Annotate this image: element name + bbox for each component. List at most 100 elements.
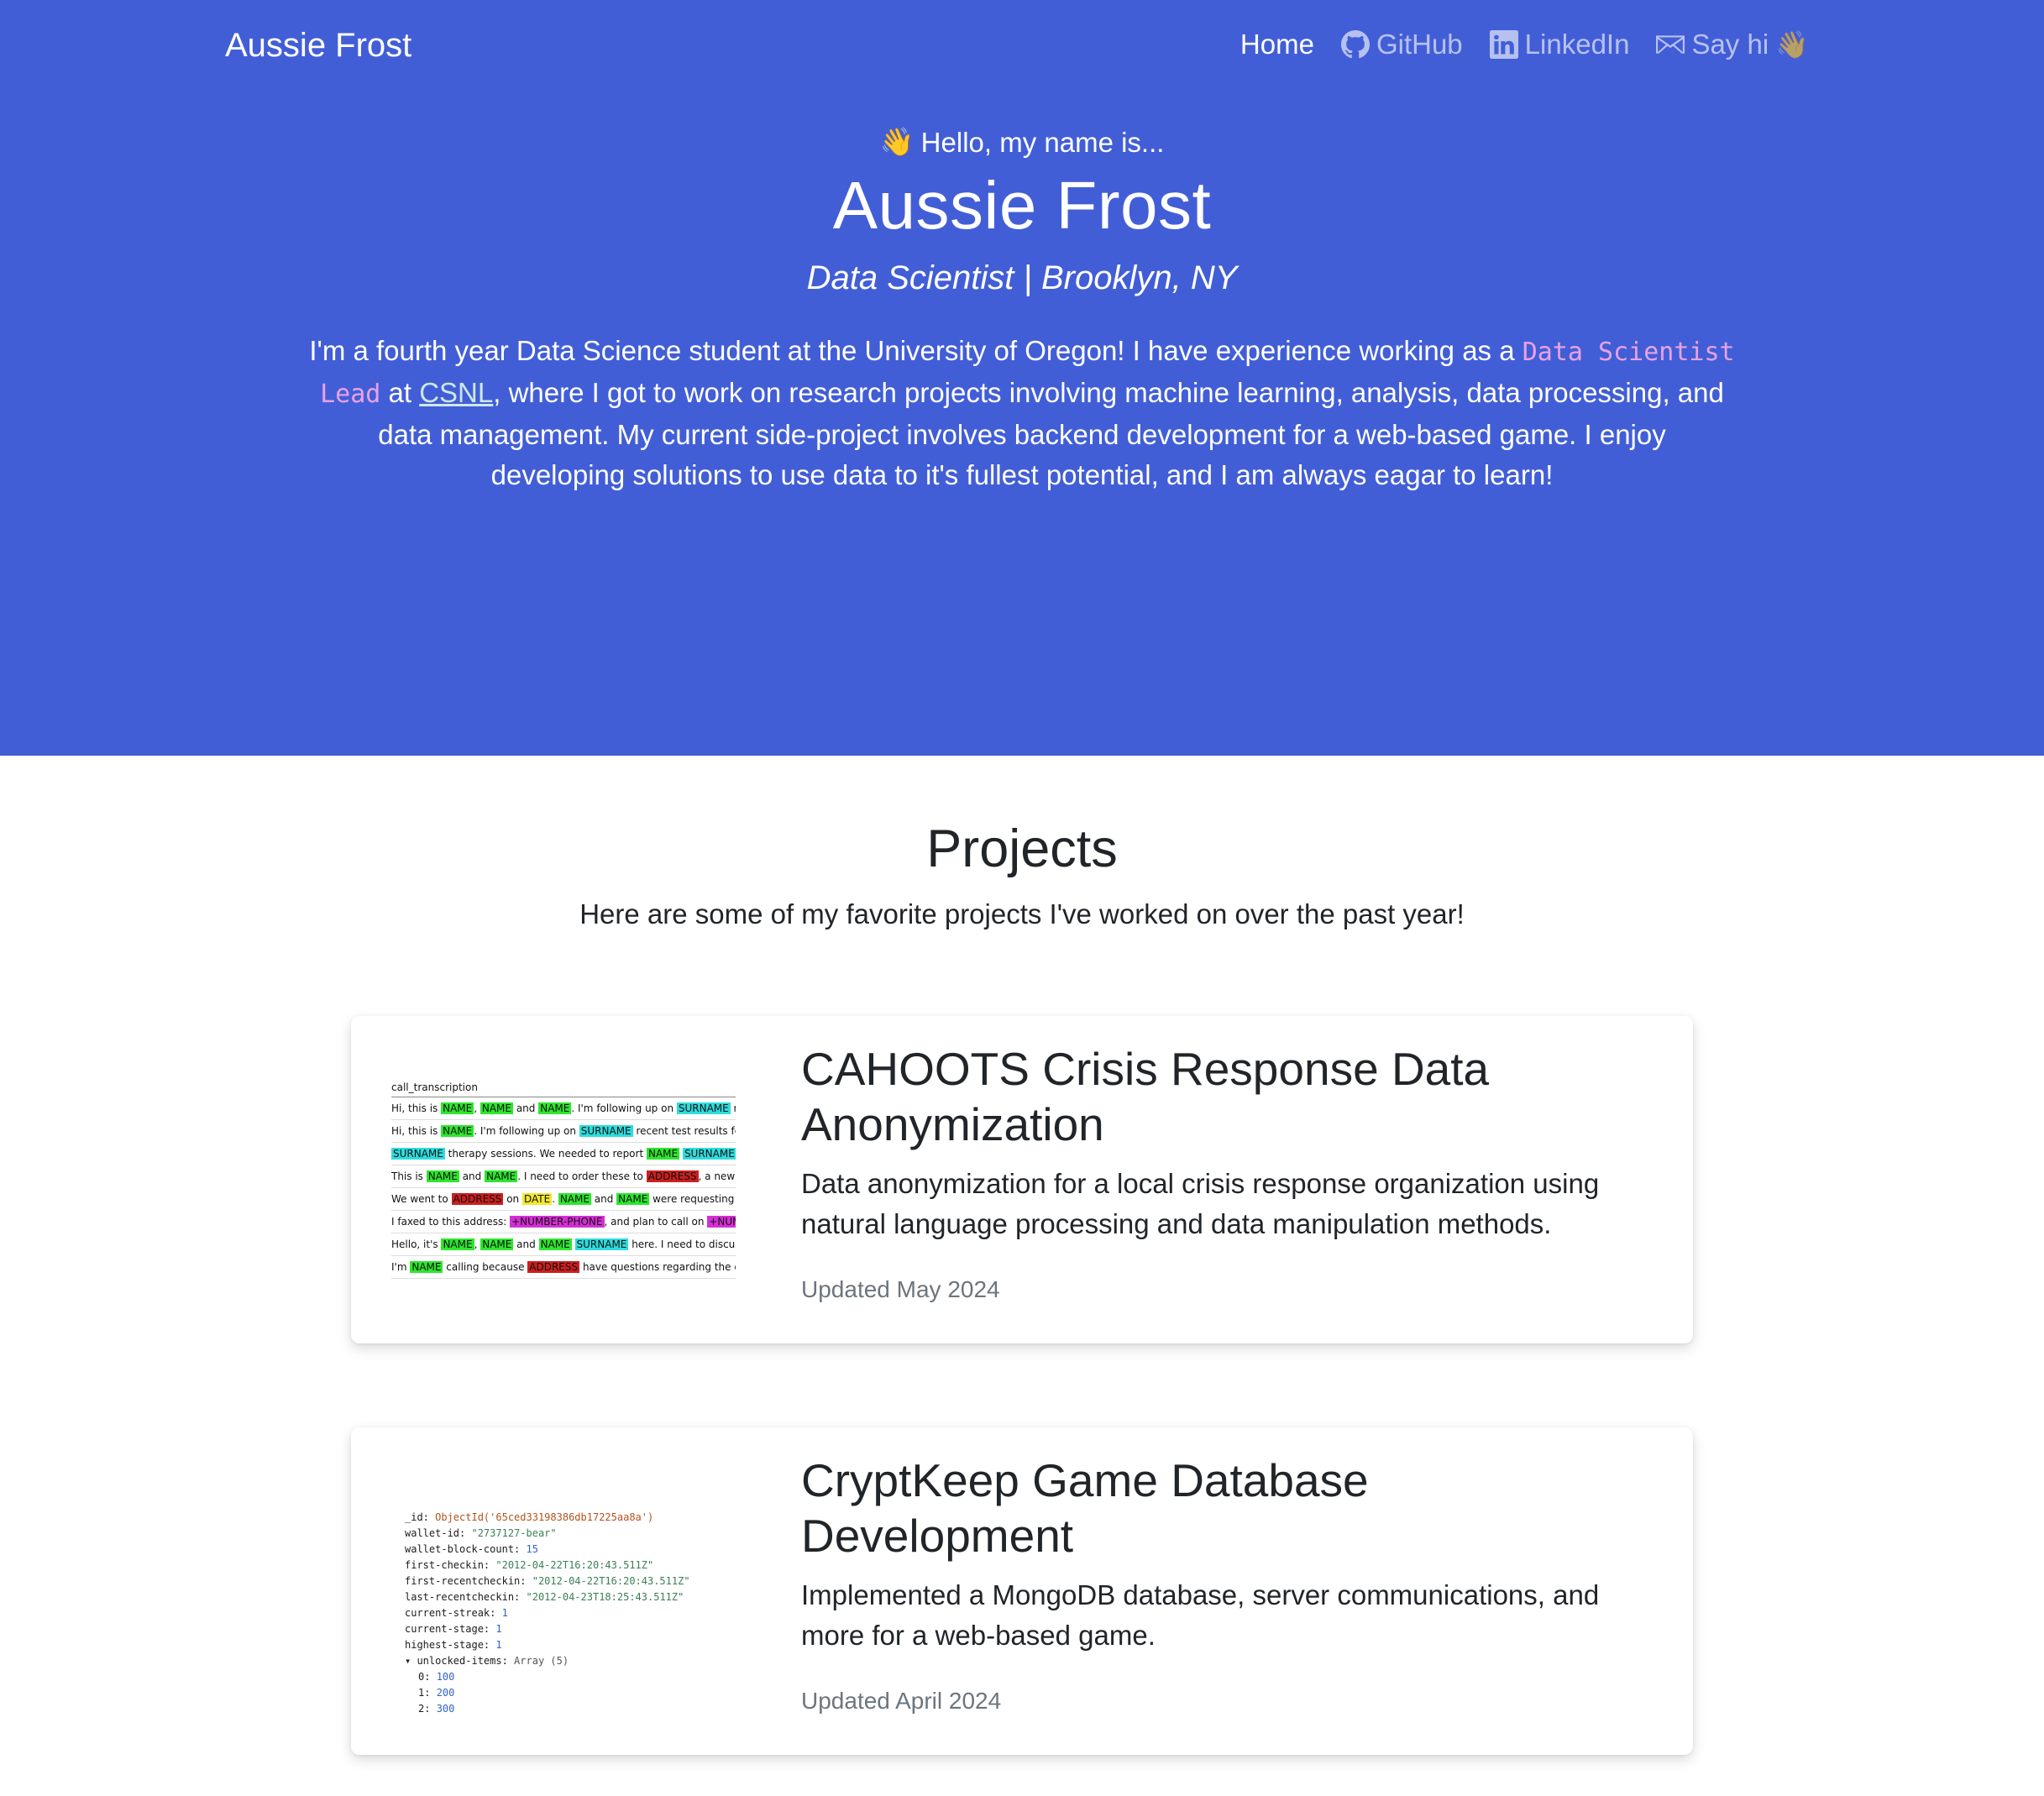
bio-text-1: I'm a fourth year Data Science student a… [309,335,1523,366]
transcription-row: I'm NAME calling because ADDRESS have qu… [391,1256,736,1279]
project-updated-date: Updated April 2024 [801,1688,1002,1714]
project-card-body: CAHOOTS Crisis Response Data Anonymizati… [801,1041,1641,1303]
field-value: "2012-04-23T18:25:43.511Z" [526,1591,684,1603]
entity-tag-name: NAME [558,1193,591,1205]
document-field: highest-stage: 1 [391,1637,744,1653]
transcription-text: We went to [391,1193,452,1205]
hero-greeting: 👋 Hello, my name is... [0,126,2044,159]
top-navbar: Aussie Frost Home GitHub LinkedIn Say hi… [0,0,2044,97]
nav-github-link[interactable]: GitHub [1340,29,1463,60]
transcription-text: , a new batch [698,1170,736,1182]
document-field: current-stage: 1 [391,1621,744,1637]
entity-tag-phone: +NUMBER [707,1216,736,1228]
transcription-text: Hi, this is [391,1125,442,1137]
field-key: wallet-block-count: [405,1543,527,1555]
document-field: first-recentcheckin: "2012-04-22T16:20:4… [391,1573,744,1589]
project-description: Implemented a MongoDB database, server c… [801,1579,1600,1651]
transcription-text: I faxed to this address: [391,1216,511,1228]
project-title[interactable]: CryptKeep Game Database Development [801,1453,1641,1563]
transcription-text: and [513,1238,539,1250]
transcription-row: Hello, it's NAME, NAME and NAME SURNAME … [391,1233,736,1256]
nav-say-hi-link[interactable]: Say hi 👋 [1656,29,1809,60]
field-value: "2012-04-22T16:20:43.511Z" [495,1559,654,1571]
linkedin-icon [1489,30,1518,59]
entity-tag-name: NAME [480,1238,514,1250]
document-field: first-checkin: "2012-04-22T16:20:43.511Z… [391,1558,744,1573]
hero-greeting-text: Hello, my name is... [920,126,1165,158]
transcription-text: . I need to order these to [517,1170,647,1182]
nav-say-hi-label: Say hi [1691,29,1769,60]
transcription-text: Hi, this is [391,1102,442,1114]
document-field: ▾ unlocked-items: Array (5) [391,1653,744,1669]
project-card-cryptkeep[interactable]: _id: ObjectId('65ced33198386db17225aa8a'… [351,1427,1693,1755]
transcription-row: SURNAME therapy sessions. We needed to r… [391,1143,736,1165]
hero-wave-divider [0,655,2044,754]
field-value: "2012-04-22T16:20:43.511Z" [532,1575,690,1587]
field-value: 1 [495,1639,502,1651]
waving-hand-emoji: 👋 [879,126,915,157]
transcription-text: . I'm following up on [571,1102,677,1114]
document-field: 0: 100 [391,1669,744,1685]
entity-tag-address: ADDRESS [646,1170,699,1182]
document-field: 1: 200 [391,1685,744,1701]
nav-home-link[interactable]: Home [1240,29,1314,60]
document-field: current-streak: 1 [391,1605,744,1621]
field-value: ObjectId('65ced33198386db17225aa8a') [435,1511,654,1523]
field-key: first-recentcheckin: [405,1575,532,1587]
entity-tag-name: NAME [441,1125,474,1137]
field-value: 300 [436,1703,455,1715]
field-value: 15 [526,1543,538,1555]
project-card-cahoots[interactable]: call_transcription Hi, this is NAME, NAM… [351,1016,1693,1343]
transcription-row: Hi, this is NAME. I'm following up on SU… [391,1120,736,1143]
transcription-row: Hi, this is NAME, NAME and NAME. I'm fol… [391,1097,736,1120]
field-value: 1 [495,1623,502,1635]
project-thumbnail-database: _id: ObjectId('65ced33198386db17225aa8a'… [375,1451,752,1731]
entity-tag-name: NAME [426,1170,459,1182]
hero-bio: I'm a fourth year Data Science student a… [308,331,1736,495]
transcription-text: were requesting help, [653,1193,736,1205]
field-key: 1: [418,1687,437,1699]
transcription-header: call_transcription [391,1081,736,1097]
projects-title: Projects [926,819,1118,878]
field-key: 2: [418,1703,437,1715]
entity-tag-phone: +NUMBER-PHONE [510,1216,605,1228]
transcription-text: recent test results for [636,1125,736,1137]
bio-text-2: at [380,377,420,408]
transcription-text: and [590,1193,617,1205]
field-key: ▾ unlocked-items: [405,1655,515,1667]
brand-link[interactable]: Aussie Frost [225,27,411,65]
transcription-text: therapy sessions. We needed to report [444,1148,647,1160]
entity-tag-name: NAME [538,1102,572,1114]
entity-tag-surname: SURNAME [391,1148,445,1160]
field-key: current-streak: [405,1607,502,1619]
nav-linkedin-link[interactable]: LinkedIn [1489,29,1629,60]
transcription-text: . I'm following up on [474,1125,579,1137]
transcription-text: , and plan to call on [604,1216,708,1228]
field-key: _id: [405,1511,436,1523]
entity-tag-name: NAME [616,1193,650,1205]
entity-tag-name: NAME [480,1102,513,1114]
project-thumbnail-transcription: call_transcription Hi, this is NAME, NAM… [375,1039,752,1320]
field-value: "2737127-bear" [471,1527,557,1539]
csnl-link[interactable]: CSNL [419,377,493,408]
entity-tag-name: NAME [441,1238,474,1250]
hero-name: Aussie Frost [832,168,1212,243]
transcription-text: and [513,1102,539,1114]
github-icon [1340,30,1370,59]
field-value: 200 [436,1687,455,1699]
transcription-text: have questions regarding the effect [582,1261,736,1273]
entity-tag-address: ADDRESS [451,1193,504,1205]
transcription-text: , [474,1102,480,1114]
nav-home-label: Home [1240,29,1314,60]
projects-subtitle: Here are some of my favorite projects I'… [579,898,1465,929]
waving-hand-emoji: 👋 [1775,29,1809,60]
nav-github-label: GitHub [1376,29,1463,60]
bio-text-3: , where I got to work on research projec… [378,377,1724,490]
project-title[interactable]: CAHOOTS Crisis Response Data Anonymizati… [801,1041,1641,1152]
database-document-view: _id: ObjectId('65ced33198386db17225aa8a'… [391,1510,744,1717]
transcription-table: call_transcription Hi, this is NAME, NAM… [391,1081,736,1279]
entity-tag-surname: SURNAME [682,1148,736,1160]
transcription-row: This is NAME and NAME. I need to order t… [391,1165,736,1188]
field-key: first-checkin: [405,1559,496,1571]
field-key: last-recentcheckin: [405,1591,527,1603]
